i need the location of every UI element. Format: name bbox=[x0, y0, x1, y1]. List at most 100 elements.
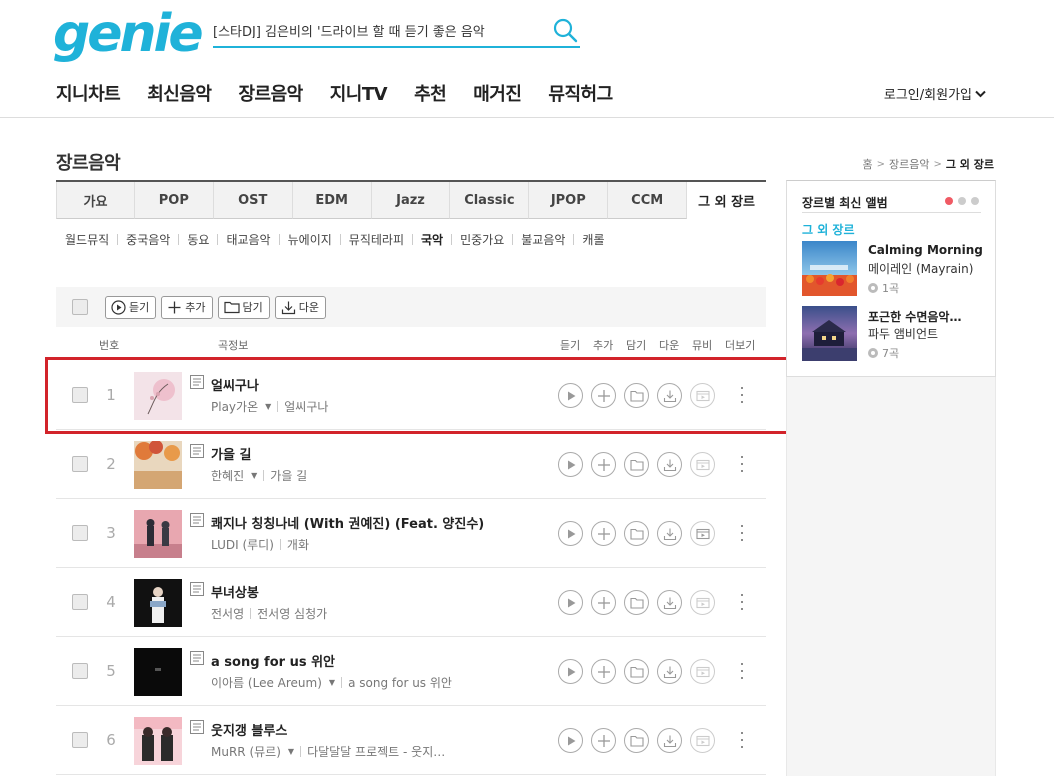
lyrics-icon[interactable] bbox=[190, 513, 204, 527]
subgenre-buddhist[interactable]: 불교음악 bbox=[521, 231, 565, 248]
nav-latest[interactable]: 최신음악 bbox=[147, 80, 212, 106]
more-options-icon[interactable] bbox=[739, 387, 745, 403]
song-checkbox[interactable] bbox=[72, 594, 88, 610]
nav-chart[interactable]: 지니차트 bbox=[56, 80, 121, 106]
video-button[interactable] bbox=[690, 383, 715, 408]
nav-music-hug[interactable]: 뮤직허그 bbox=[548, 80, 613, 106]
play-button[interactable] bbox=[558, 659, 583, 684]
song-artist[interactable]: 한혜진 bbox=[211, 467, 244, 484]
genie-logo[interactable]: genie bbox=[53, 6, 204, 62]
subgenre-carol[interactable]: 캐롤 bbox=[582, 231, 604, 248]
tab-pop[interactable]: POP bbox=[134, 182, 214, 219]
download-button[interactable] bbox=[657, 590, 682, 615]
login-link[interactable]: 로그인/회원가입 bbox=[884, 84, 986, 103]
lyrics-icon[interactable] bbox=[190, 651, 204, 665]
album-artist[interactable]: 파두 앰비언트 bbox=[868, 325, 938, 342]
download-selected-button[interactable]: 다운 bbox=[274, 295, 326, 319]
subgenre-gugak[interactable]: 국악 bbox=[421, 231, 443, 248]
song-title[interactable]: 부녀상봉 bbox=[211, 582, 259, 601]
song-cover-image[interactable] bbox=[134, 579, 182, 627]
song-cover-image[interactable] bbox=[134, 372, 182, 420]
breadcrumb-home[interactable]: 홈 bbox=[862, 156, 872, 172]
play-button[interactable] bbox=[558, 590, 583, 615]
tab-jazz[interactable]: Jazz bbox=[371, 182, 451, 219]
subgenre-chinese[interactable]: 중국음악 bbox=[126, 231, 170, 248]
save-selected-button[interactable]: 담기 bbox=[217, 295, 270, 319]
song-title[interactable]: a song for us 위안 bbox=[211, 651, 335, 670]
album-title[interactable]: 포근한 수면음악… bbox=[868, 308, 983, 325]
song-checkbox[interactable] bbox=[72, 525, 88, 541]
song-checkbox[interactable] bbox=[72, 732, 88, 748]
video-button[interactable] bbox=[690, 728, 715, 753]
song-album[interactable]: a song for us 위안 bbox=[348, 674, 452, 691]
song-album[interactable]: 전서영 심청가 bbox=[257, 605, 327, 622]
add-button[interactable] bbox=[591, 383, 616, 408]
more-options-icon[interactable] bbox=[739, 732, 745, 748]
song-cover-image[interactable] bbox=[134, 510, 182, 558]
save-button[interactable] bbox=[624, 728, 649, 753]
song-album[interactable]: 얼씨구나 bbox=[284, 398, 328, 415]
add-button[interactable] bbox=[591, 521, 616, 546]
song-cover-image[interactable] bbox=[134, 717, 182, 765]
album-item[interactable]: Calming Morning 메이레인 (Mayrain) 1곡 bbox=[802, 241, 987, 297]
download-button[interactable] bbox=[657, 521, 682, 546]
song-row[interactable]: 4 부녀상봉 전서영 전서영 심청가 bbox=[56, 568, 766, 637]
save-button[interactable] bbox=[624, 383, 649, 408]
song-title[interactable]: 쾌지나 칭칭나네 (With 권예진) (Feat. 양진수) bbox=[211, 513, 484, 532]
video-button[interactable] bbox=[690, 659, 715, 684]
download-button[interactable] bbox=[657, 728, 682, 753]
download-button[interactable] bbox=[657, 452, 682, 477]
carousel-dot[interactable] bbox=[958, 197, 966, 205]
tab-classic[interactable]: Classic bbox=[450, 182, 530, 219]
song-row[interactable]: 5 a song for us 위안 이아름 (Lee Areum) ▼ a s… bbox=[56, 637, 766, 706]
album-item[interactable]: 포근한 수면음악… 파두 앰비언트 7곡 bbox=[802, 306, 987, 362]
nav-genie-tv[interactable]: 지니TV bbox=[330, 80, 388, 106]
lyrics-icon[interactable] bbox=[190, 444, 204, 458]
search-input[interactable] bbox=[213, 22, 550, 38]
artist-dropdown-icon[interactable]: ▼ bbox=[251, 471, 257, 480]
lyrics-icon[interactable] bbox=[190, 720, 204, 734]
song-title[interactable]: 웃지갱 블루스 bbox=[211, 720, 287, 739]
tab-jpop[interactable]: JPOP bbox=[529, 182, 609, 219]
nav-recommend[interactable]: 추천 bbox=[414, 80, 447, 106]
play-button[interactable] bbox=[558, 521, 583, 546]
song-artist[interactable]: Play가온 bbox=[211, 398, 258, 415]
video-button[interactable] bbox=[690, 452, 715, 477]
song-checkbox[interactable] bbox=[72, 663, 88, 679]
song-row[interactable]: 2 가을 길 한혜진 ▼ 가을 길 bbox=[56, 430, 766, 499]
album-cover-image[interactable] bbox=[802, 306, 857, 361]
song-title[interactable]: 가을 길 bbox=[211, 444, 251, 463]
album-title[interactable]: Calming Morning bbox=[868, 243, 983, 257]
download-button[interactable] bbox=[657, 383, 682, 408]
song-artist[interactable]: LUDI (루디) bbox=[211, 536, 274, 553]
artist-dropdown-icon[interactable]: ▼ bbox=[265, 402, 271, 411]
song-row[interactable]: 1 얼씨구나 Play가온 ▼ 얼씨구나 bbox=[56, 361, 766, 430]
add-button[interactable] bbox=[591, 728, 616, 753]
nav-magazine[interactable]: 매거진 bbox=[473, 80, 522, 106]
carousel-dot-active[interactable] bbox=[945, 197, 953, 205]
carousel-dot[interactable] bbox=[971, 197, 979, 205]
nav-genre[interactable]: 장르음악 bbox=[239, 80, 304, 106]
song-artist[interactable]: MuRR (뮤르) bbox=[211, 743, 281, 760]
tab-ost[interactable]: OST bbox=[213, 182, 293, 219]
subgenre-therapy[interactable]: 뮤직테라피 bbox=[349, 231, 404, 248]
song-row[interactable]: 6 웃지갱 블루스 MuRR (뮤르) ▼ 다달달달 프로젝트 - 웃지… bbox=[56, 706, 766, 775]
subgenre-minjung[interactable]: 민중가요 bbox=[460, 231, 504, 248]
song-checkbox[interactable] bbox=[72, 387, 88, 403]
tab-other[interactable]: 그 외 장르 bbox=[687, 182, 767, 219]
subgenre-newage[interactable]: 뉴에이지 bbox=[288, 231, 332, 248]
more-options-icon[interactable] bbox=[739, 525, 745, 541]
download-button[interactable] bbox=[657, 659, 682, 684]
album-cover-image[interactable] bbox=[802, 241, 857, 296]
side-genre-label[interactable]: 그 외 장르 bbox=[802, 221, 855, 238]
breadcrumb-genre[interactable]: 장르음악 bbox=[889, 156, 929, 172]
album-artist[interactable]: 메이레인 (Mayrain) bbox=[868, 260, 973, 277]
song-checkbox[interactable] bbox=[72, 456, 88, 472]
song-album[interactable]: 개화 bbox=[287, 536, 309, 553]
play-selected-button[interactable]: 듣기 bbox=[105, 295, 157, 319]
more-options-icon[interactable] bbox=[739, 456, 745, 472]
tab-edm[interactable]: EDM bbox=[292, 182, 372, 219]
more-options-icon[interactable] bbox=[739, 663, 745, 679]
song-title[interactable]: 얼씨구나 bbox=[211, 375, 259, 394]
song-row[interactable]: 3 쾌지나 칭칭나네 (With 권예진) (Feat. 양진수) LUDI (… bbox=[56, 499, 766, 568]
